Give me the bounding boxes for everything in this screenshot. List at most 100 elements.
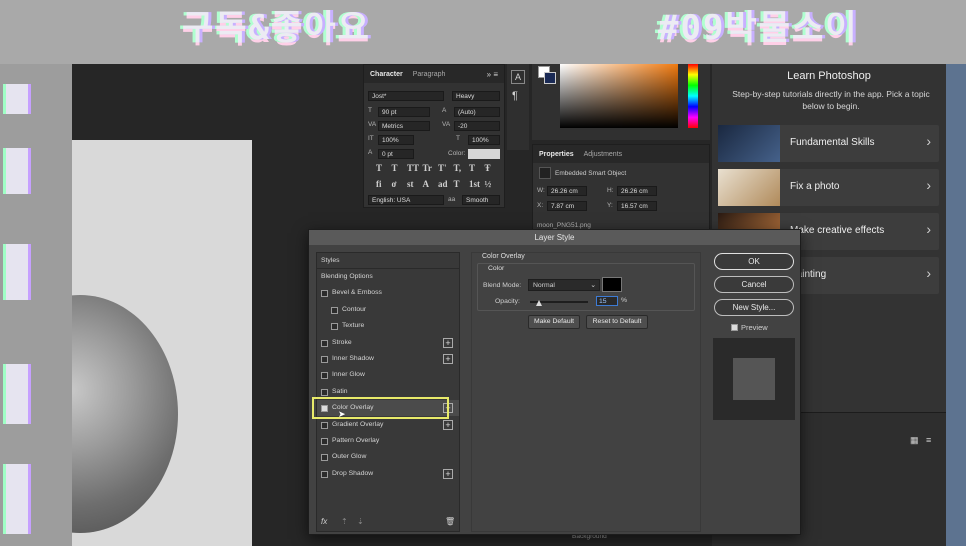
add-effect-icon[interactable]: + [443,419,453,430]
x-field[interactable]: 7.87 cm [547,201,587,211]
style-item[interactable]: Bevel & Emboss [317,285,459,301]
document-canvas[interactable] [72,140,252,546]
foreground-swatch[interactable] [544,72,556,84]
antialias-select[interactable]: Smooth [462,195,500,205]
glyph-button[interactable]: 1st [469,179,480,189]
panel-menu-icon[interactable]: » ≡ [487,70,498,79]
blend-mode-select[interactable]: Normal ⌄ [528,279,600,291]
character-panel-icon[interactable]: A [511,70,525,84]
preview-checkbox[interactable] [731,324,738,331]
style-item[interactable]: Outer Glow [317,449,459,465]
color-swatch[interactable] [468,149,500,159]
style-checkbox[interactable] [321,290,328,298]
glyph-button[interactable]: T [454,179,460,189]
style-checkbox[interactable] [321,454,328,462]
x-label: X: [537,202,544,209]
glyph-button[interactable]: T' [438,163,447,173]
font-size-field[interactable]: 90 pt [378,107,430,117]
move-up-icon[interactable]: ⇡ [341,517,348,526]
tracking-field[interactable]: -20 [454,121,500,131]
glyph-button[interactable]: fi [376,179,382,189]
ok-button[interactable]: OK [714,253,794,270]
style-checkbox[interactable] [321,438,328,445]
add-effect-icon[interactable]: + [443,337,453,348]
trash-icon[interactable]: 🗑 [445,517,455,526]
opacity-slider-thumb[interactable] [535,300,542,306]
style-checkbox[interactable] [321,339,328,347]
width-field[interactable]: 26.26 cm [547,186,587,196]
styles-header[interactable]: Styles [317,253,459,269]
color-overlay-highlight [312,397,449,419]
language-select[interactable]: English: USA [368,195,444,205]
tab-character[interactable]: Character [370,71,403,78]
style-item[interactable]: Contour [317,302,459,318]
style-item[interactable]: Drop Shadow + [317,466,459,482]
overlay-color-swatch[interactable] [602,277,622,292]
preview-label: Preview [741,323,768,332]
preview-thumbnail [713,338,795,420]
glyph-button[interactable]: T [376,163,382,173]
cancel-button[interactable]: Cancel [714,276,794,293]
glyph-button[interactable]: ơ [392,179,397,189]
tab-properties[interactable]: Properties [539,151,574,158]
style-checkbox[interactable] [321,421,328,429]
glyph-button[interactable]: A [423,179,430,189]
add-effect-icon[interactable]: + [443,354,453,364]
learn-title: Learn Photoshop [787,70,871,82]
tab-adjustments[interactable]: Adjustments [584,151,623,158]
paragraph-panel-icon[interactable]: ¶ [512,90,518,102]
y-field[interactable]: 16.57 cm [617,201,657,211]
style-item-label: Inner Shadow [332,355,374,362]
grid-view-icon[interactable]: ▦ [910,435,919,446]
vertical-scale-field[interactable]: 100% [378,135,414,145]
font-family-select[interactable]: Jost* [368,91,444,101]
glyph-button[interactable]: Tr [423,163,432,173]
glyph-button[interactable]: TT [407,163,419,173]
style-item[interactable]: Blending Options [317,269,459,285]
style-item[interactable]: Inner Glow [317,367,459,383]
antialias-icon: aa [448,196,456,203]
glyph-button[interactable]: ½ [485,179,492,189]
y-label: Y: [607,202,613,209]
fx-icon[interactable]: fx [321,517,327,526]
new-style-button[interactable]: New Style... [714,299,794,316]
height-field[interactable]: 26.26 cm [617,186,657,196]
glyph-button[interactable]: T, [454,163,462,173]
style-checkbox[interactable] [321,470,328,478]
learn-card-fix-photo[interactable]: Fix a photo › [718,169,939,206]
color-field[interactable] [560,64,678,128]
hue-slider[interactable] [688,64,698,128]
style-checkbox[interactable] [331,306,338,314]
glyph-button[interactable]: Ŧ [485,163,491,173]
style-item[interactable]: Inner Shadow + [317,351,459,367]
baseline-shift-field[interactable]: 0 pt [378,149,414,159]
glyph-button[interactable]: T [392,163,398,173]
style-item[interactable]: Texture [317,318,459,334]
add-effect-icon[interactable]: + [443,468,453,479]
layer-type-label: Embedded Smart Object [555,170,627,177]
opacity-field[interactable]: 15 [596,296,618,306]
banner-left-text: 구독&좋아요 [182,8,371,48]
make-default-button[interactable]: Make Default [528,315,580,329]
kerning-field[interactable]: Metrics [378,121,430,131]
learn-card-fundamental[interactable]: Fundamental Skills › [718,125,939,162]
desktop-edge [946,64,966,546]
glyph-button[interactable]: T [469,163,475,173]
leading-field[interactable]: (Auto) [454,107,500,117]
style-checkbox[interactable] [321,356,328,363]
glyph-button[interactable]: st [407,179,414,189]
style-checkbox[interactable] [321,372,328,380]
horizontal-scale-field[interactable]: 100% [468,135,500,145]
tab-paragraph[interactable]: Paragraph [413,71,446,78]
font-style-select[interactable]: Heavy [452,91,500,101]
pixel-block [6,148,28,194]
style-checkbox[interactable] [331,323,338,331]
style-item[interactable]: Pattern Overlay [317,433,459,449]
reset-default-button[interactable]: Reset to Default [586,315,648,329]
glyph-button[interactable]: ad [438,179,448,189]
move-down-icon[interactable]: ⇣ [357,517,364,526]
style-item[interactable]: Stroke + [317,335,459,351]
list-view-icon[interactable]: ≡ [926,435,931,445]
pixel-block [6,464,28,534]
style-checkbox[interactable] [321,388,328,396]
